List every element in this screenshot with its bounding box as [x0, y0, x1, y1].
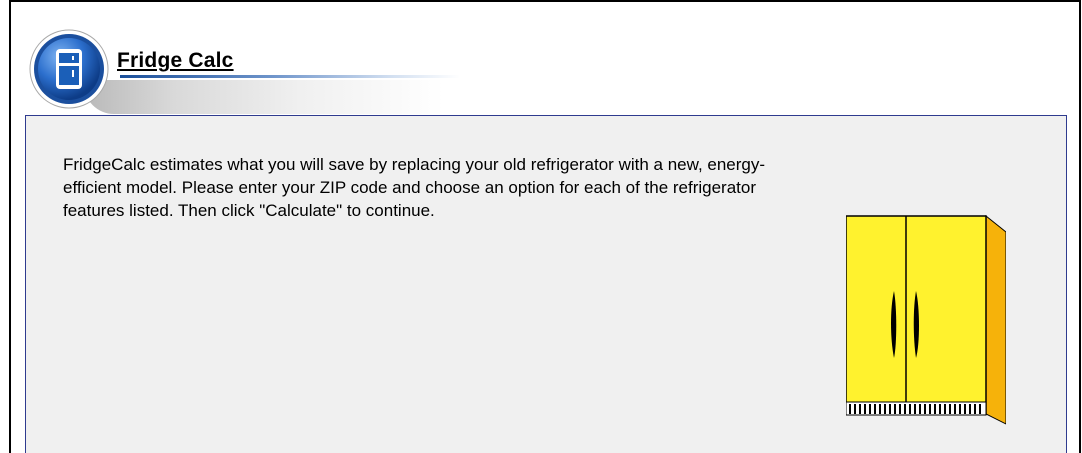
- refrigerator-illustration: [846, 214, 1006, 425]
- page-title: Fridge Calc: [117, 49, 234, 72]
- title-underline-rule: [120, 75, 460, 78]
- app-header: Fridge Calc: [20, 18, 460, 114]
- header-shadow: [84, 80, 444, 114]
- fridge-logo-icon: [29, 29, 109, 109]
- intro-description: FridgeCalc estimates what you will save …: [63, 155, 766, 220]
- content-panel: FridgeCalc estimates what you will save …: [25, 115, 1067, 453]
